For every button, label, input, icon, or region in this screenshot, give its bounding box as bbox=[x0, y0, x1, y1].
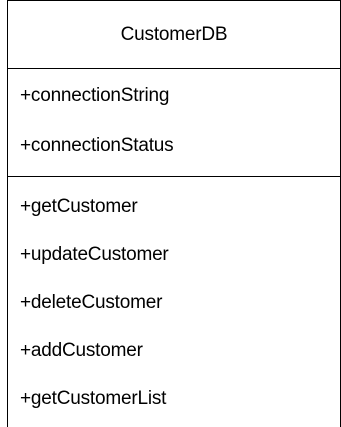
class-name: CustomerDB bbox=[8, 1, 340, 69]
operation-item: +addCustomer bbox=[20, 340, 143, 361]
operation-item: +updateCustomer bbox=[20, 244, 169, 265]
operation-item: +deleteCustomer bbox=[20, 292, 163, 313]
attributes-compartment: +connectionString +connectionStatus bbox=[8, 69, 340, 177]
operation-item: +getCustomer bbox=[20, 196, 138, 217]
attribute-item: +connectionStatus bbox=[20, 135, 174, 156]
operations-compartment: +getCustomer +updateCustomer +deleteCust… bbox=[8, 177, 340, 411]
uml-class-box: CustomerDB +connectionString +connection… bbox=[7, 0, 341, 427]
attribute-item: +connectionString bbox=[20, 85, 170, 106]
operation-item: +getCustomerList bbox=[20, 388, 167, 409]
